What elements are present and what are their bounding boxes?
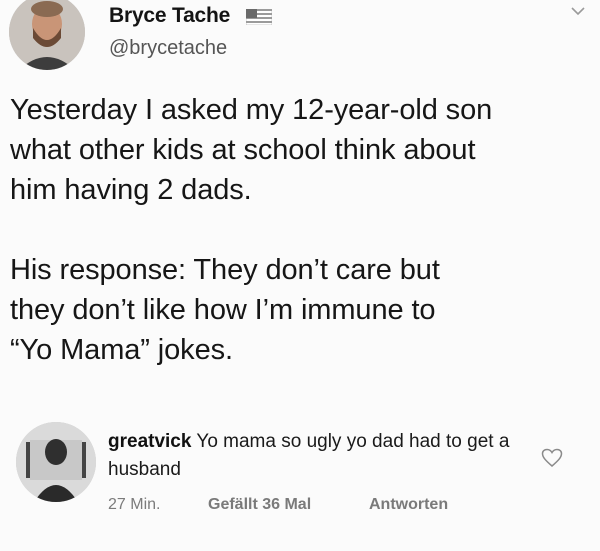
reply-button[interactable]: Antworten xyxy=(369,496,448,514)
author-handle[interactable]: @brycetache xyxy=(109,37,227,60)
post-screenshot: Bryce Tache @brycetache Yesterday I aske… xyxy=(0,0,600,551)
comment-body: greatvick Yo mama so ugly yo dad had to … xyxy=(108,428,528,484)
comment-likes[interactable]: Gefällt 36 Mal xyxy=(208,496,311,514)
tweet-text: Yesterday I asked my 12-year-old son wha… xyxy=(10,94,493,366)
author-photo-icon xyxy=(9,0,85,70)
heart-icon[interactable] xyxy=(541,448,563,468)
us-flag-icon xyxy=(246,9,272,25)
comment-time: 27 Min. xyxy=(108,496,161,513)
commenter-username[interactable]: greatvick xyxy=(108,431,191,452)
commenter-avatar[interactable] xyxy=(16,422,96,502)
author-avatar[interactable] xyxy=(9,0,85,70)
author-display-name[interactable]: Bryce Tache xyxy=(109,4,230,28)
commenter-photo-icon xyxy=(16,422,96,502)
chevron-down-icon[interactable] xyxy=(571,6,585,16)
